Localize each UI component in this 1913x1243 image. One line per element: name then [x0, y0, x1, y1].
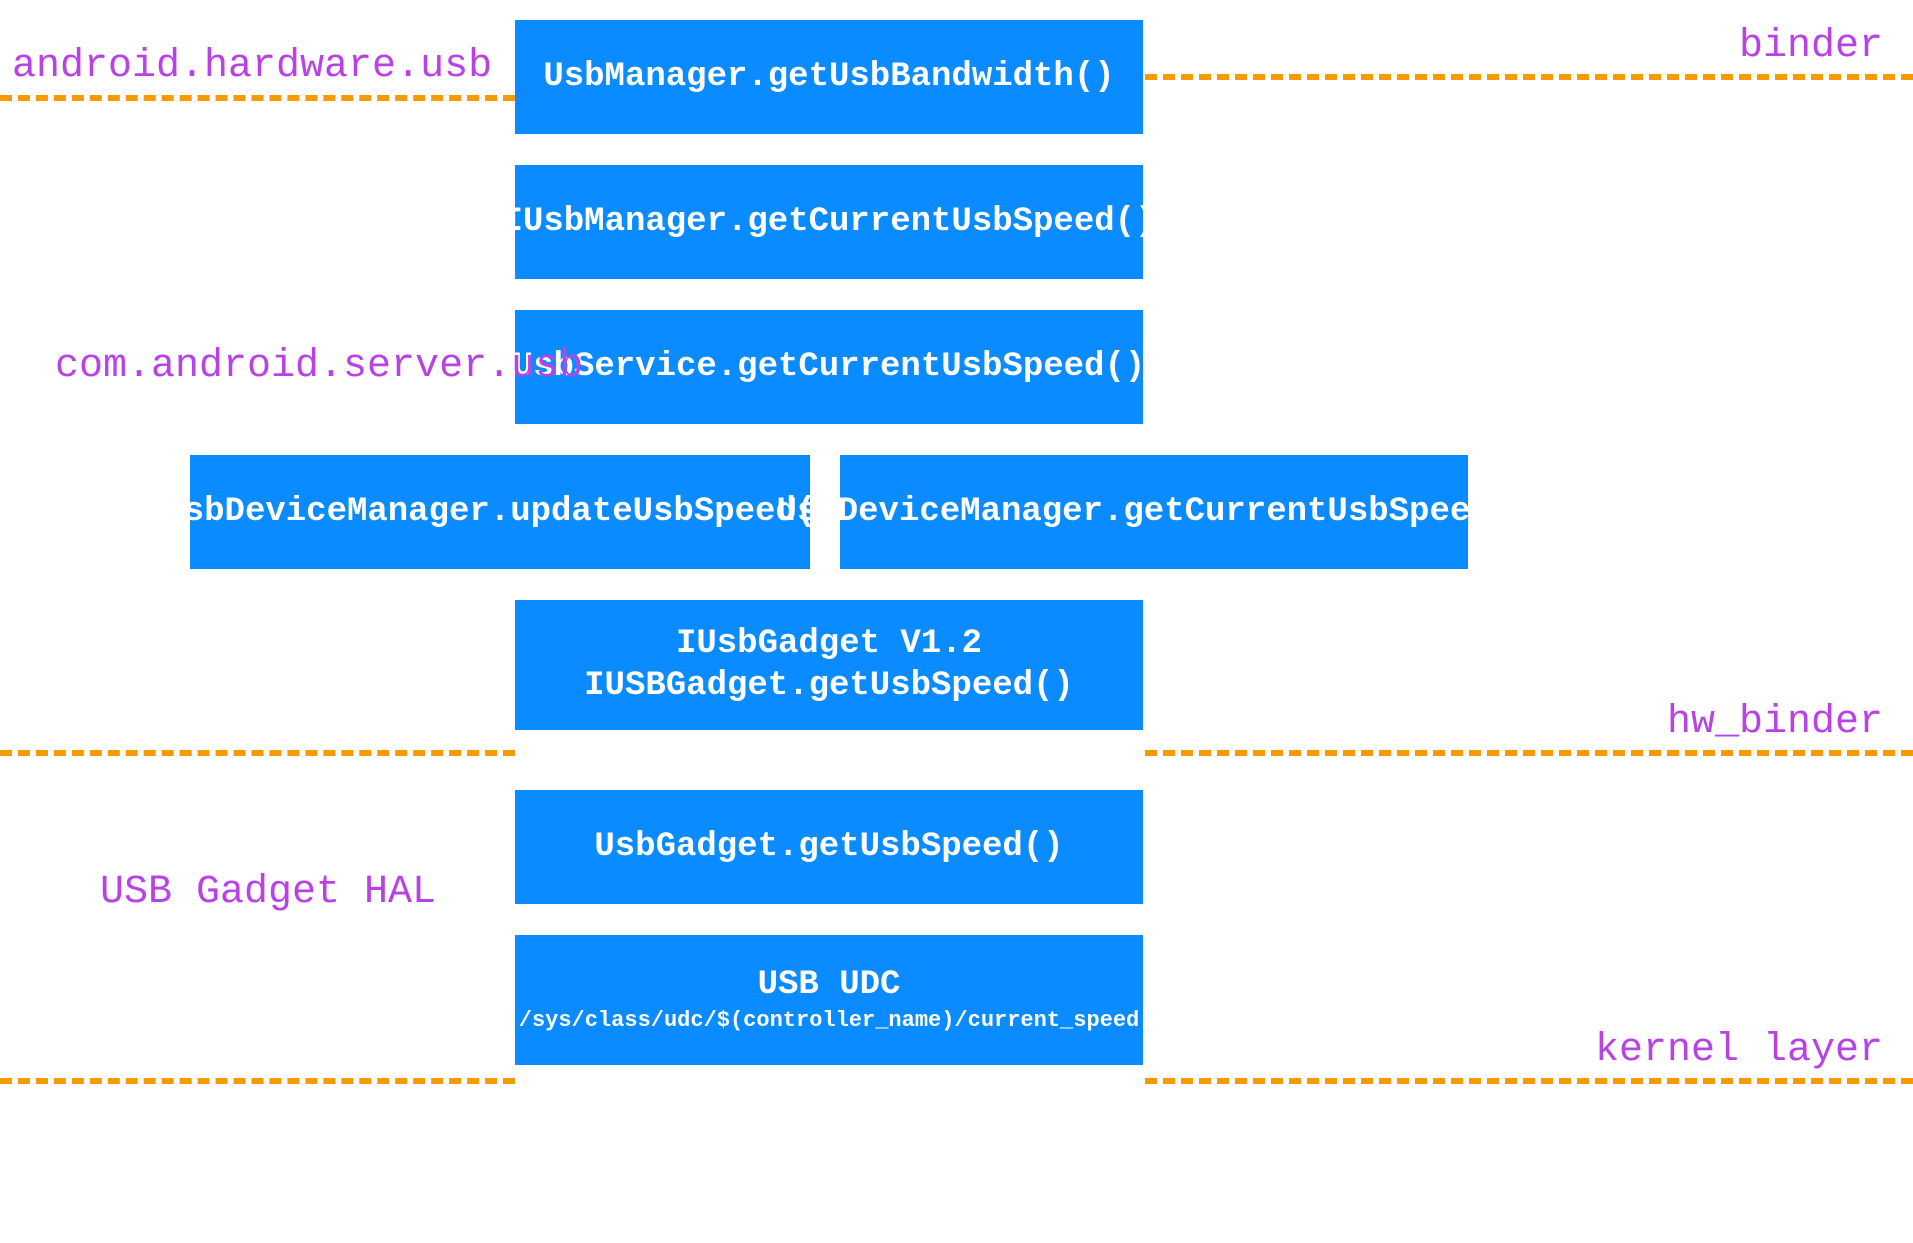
box-usbdevicemanager-getcurrentspeed: UsbDeviceManager.getCurrentUsbSpeed(): [840, 455, 1468, 569]
divider-hwbinder-right: [1145, 750, 1913, 756]
label-usb-gadget-hal: USB Gadget HAL: [100, 870, 436, 915]
box-text: UsbDeviceManager.updateUsbSpeed(): [163, 491, 836, 534]
box-text: UsbGadget.getUsbSpeed(): [594, 826, 1063, 869]
box-usbservice-getcurrentspeed: UsbService.getCurrentUsbSpeed(): [515, 310, 1143, 424]
divider-kernel-left: [0, 1078, 515, 1084]
box-text: UsbService.getCurrentUsbSpeed(): [513, 346, 1146, 389]
box-usbmanager-getbandwidth: UsbManager.getUsbBandwidth(): [515, 20, 1143, 134]
label-hw-binder: hw_binder: [1667, 700, 1883, 745]
box-text-line2: IUSBGadget.getUsbSpeed(): [584, 665, 1074, 708]
box-text-line1: USB UDC: [758, 964, 901, 1007]
divider-binder-right: [1145, 74, 1913, 80]
box-text-line1: IUsbGadget V1.2: [676, 623, 982, 666]
divider-hwbinder-left: [0, 750, 515, 756]
box-iusbmanager-getcurrentspeed: IUsbManager.getCurrentUsbSpeed(): [515, 165, 1143, 279]
box-usbdevicemanager-updatespeed: UsbDeviceManager.updateUsbSpeed(): [190, 455, 810, 569]
box-text: UsbManager.getUsbBandwidth(): [543, 56, 1114, 99]
box-iusbgadget-v12: IUsbGadget V1.2 IUSBGadget.getUsbSpeed(): [515, 600, 1143, 730]
label-binder: binder: [1739, 24, 1883, 69]
divider-kernel-right: [1145, 1078, 1913, 1084]
divider-binder-left: [0, 95, 515, 101]
box-usb-udc: USB UDC /sys/class/udc/$(controller_name…: [515, 935, 1143, 1065]
box-text: IUsbManager.getCurrentUsbSpeed(): [503, 201, 1156, 244]
box-text: UsbDeviceManager.getCurrentUsbSpeed(): [777, 491, 1532, 534]
label-android-hardware-usb: android.hardware.usb: [12, 44, 492, 89]
label-com-android-server-usb: com.android.server.usb: [55, 344, 583, 389]
label-kernel-layer: kernel layer: [1595, 1028, 1883, 1073]
box-usbgadget-getspeed: UsbGadget.getUsbSpeed(): [515, 790, 1143, 904]
box-text-line2: /sys/class/udc/$(controller_name)/curren…: [519, 1007, 1140, 1036]
